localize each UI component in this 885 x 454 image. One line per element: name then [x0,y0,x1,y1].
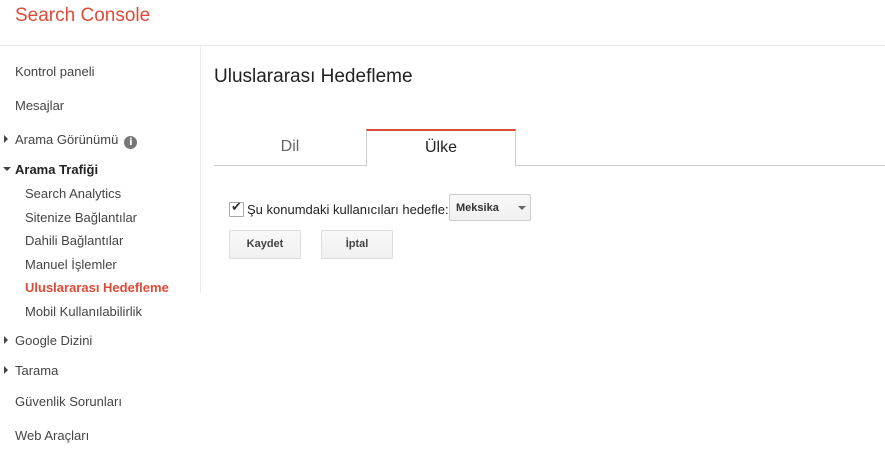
sidebar-subitem-mobile-usability[interactable]: Mobil Kullanılabilirlik [25,304,142,319]
tabs-underline [214,165,885,166]
sidebar-item-messages[interactable]: Mesajlar [15,98,64,113]
expand-arrow-icon [4,135,8,143]
sidebar-item-label: Google Dizini [15,333,93,348]
collapse-arrow-icon [3,167,11,171]
sidebar-item-web-tools[interactable]: Web Araçları [15,428,89,443]
page-title: Uluslararası Hedefleme [214,66,413,87]
tab-language[interactable]: Dil [214,129,366,165]
sidebar-subitem-manual-actions[interactable]: Manuel İşlemler [25,257,117,272]
sidebar-item-google-index[interactable]: Google Dizini [4,333,93,348]
sidebar-subitem-internal-links[interactable]: Dahili Bağlantılar [25,233,123,248]
checkmark-icon: ✔ [231,200,242,215]
sidebar-divider [200,46,201,293]
tab-country[interactable]: Ülke [366,129,516,167]
info-icon[interactable]: i [124,136,138,149]
target-country-label: Şu konumdaki kullanıcıları hedefle: [247,202,449,217]
country-select[interactable]: Meksika [449,194,531,221]
sidebar: Kontrol paneli Mesajlar Arama Görünümü i … [0,46,200,454]
target-country-checkbox[interactable]: ✔ [229,200,244,217]
sidebar-item-dashboard[interactable]: Kontrol paneli [15,64,95,79]
sidebar-item-search-appearance[interactable]: Arama Görünümü i [4,132,138,149]
sidebar-subitem-international-targeting[interactable]: Uluslararası Hedefleme [25,280,169,295]
sidebar-item-label: Tarama [15,363,59,378]
app-title[interactable]: Search Console [15,5,150,27]
sidebar-item-label: Arama Görünümü [15,132,119,147]
sidebar-item-security-issues[interactable]: Güvenlik Sorunları [15,394,122,409]
sidebar-item-crawl[interactable]: Tarama [4,363,59,378]
expand-arrow-icon [4,336,8,344]
header: Search Console [0,0,885,46]
sidebar-subitem-links-to-site[interactable]: Sitenize Bağlantılar [25,210,137,225]
sidebar-subitem-search-analytics[interactable]: Search Analytics [25,186,121,201]
sidebar-item-label: Arama Trafiği [15,162,99,177]
sidebar-item-search-traffic[interactable]: Arama Trafiği [3,162,99,177]
caret-down-icon [518,206,526,210]
save-button[interactable]: Kaydet [229,230,301,259]
cancel-button[interactable]: İptal [321,230,393,259]
expand-arrow-icon [4,366,8,374]
country-select-value: Meksika [456,202,499,214]
